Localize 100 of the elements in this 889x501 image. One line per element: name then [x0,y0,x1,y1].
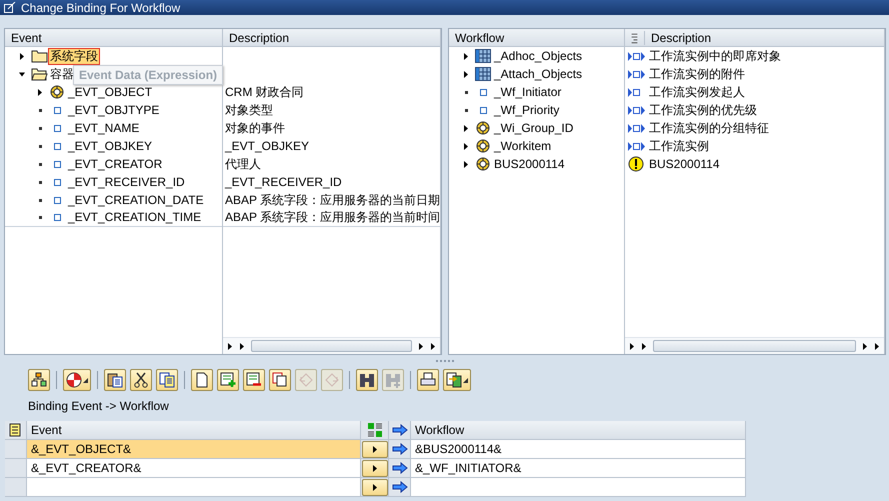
edit-icon [4,2,16,13]
toolbar-button[interactable] [443,369,471,391]
expand-arrow-icon[interactable] [463,160,469,168]
import-export-icon [628,52,646,60]
description-text: 工作流实例的优先级 [648,102,757,118]
bullet-icon [464,108,468,112]
element-icon [54,196,60,204]
arrow-right-icon [392,443,408,455]
event-cell[interactable]: &_EVT_OBJECT& [27,440,361,459]
tree-node[interactable]: _Adhoc_Objects [493,48,584,64]
tree-node[interactable]: _EVT_OBJECT [67,84,154,100]
element-icon [54,214,60,221]
tree-node[interactable]: _EVT_CREATOR [67,156,164,172]
tree-node[interactable]: _Wf_Initiator [493,84,562,100]
folder-icon [30,50,48,62]
tree-node[interactable]: _Attach_Objects [493,66,584,82]
expand-arrow-icon[interactable] [372,484,378,490]
run-button[interactable] [362,440,388,458]
object-icon [476,157,490,171]
blank-page-icon [194,372,210,388]
description-text: 代理人 [224,156,261,172]
toolbar-button[interactable] [28,369,50,391]
tree-node[interactable]: _Wi_Group_ID [493,120,574,136]
tree-node[interactable]: _EVT_CREATION_TIME [67,210,202,225]
toolbar-button[interactable] [130,369,152,391]
horizontal-scrollbar[interactable] [625,337,884,354]
expand-arrow-icon[interactable] [463,142,469,150]
toolbar-button[interactable] [217,369,239,391]
column-header: Event [27,421,361,440]
tree-node[interactable]: BUS2000114 [493,156,566,172]
description-text: CRM 财政合同 [224,84,304,100]
tree-node[interactable]: 容器 [49,66,75,82]
expand-arrow-icon[interactable] [463,52,469,60]
tree-node[interactable]: _EVT_CREATION_DATE [67,192,205,208]
element-icon [54,178,60,186]
column-header: Workflow [449,29,624,47]
grid-icon [368,423,382,437]
toolbar-button[interactable] [269,369,291,391]
tree-node[interactable]: _Wf_Priority [493,102,560,118]
description-text: BUS2000114 [648,157,720,171]
window-title: Change Binding For Workflow [21,0,180,14]
toolbar-button[interactable] [191,369,213,391]
column-header: Workflow [411,421,746,440]
open-folder-icon [30,68,48,80]
delete-row-icon [246,372,262,388]
duplicate-icon [272,372,288,388]
printer-icon [420,372,436,388]
description-text: ABAP 系统字段：应用服务器的当前时间 [224,209,440,226]
element-icon [480,88,486,96]
scissors-icon [133,372,149,388]
expand-arrow-icon[interactable] [37,88,43,96]
toolbar-button[interactable] [156,369,178,391]
horizontal-scrollbar[interactable] [223,337,440,354]
tree-node[interactable]: _EVT_OBJTYPE [67,102,160,118]
event-cell[interactable] [27,478,361,497]
tree-node[interactable]: _Workitem [493,138,552,154]
tree-node[interactable]: _EVT_RECEIVER_ID [67,174,186,190]
toolbar-button[interactable] [104,369,126,391]
bullet-icon [38,216,42,219]
toolbar-button[interactable] [417,369,439,391]
workflow-cell[interactable]: &BUS2000114& [411,440,746,459]
toolbar-button[interactable] [243,369,265,391]
redo-icon [324,372,340,388]
table-icon [475,49,491,63]
expand-arrow-icon[interactable] [19,52,25,60]
workflow-cell[interactable]: &_WF_INITIATOR& [411,459,746,478]
column-header: Description [223,29,440,47]
description-text: 工作流实例中的即席对象 [648,48,781,64]
expand-arrow-icon[interactable] [463,124,469,132]
event-cell[interactable]: &_EVT_CREATOR& [27,459,361,478]
tree-node[interactable]: _EVT_OBJKEY [67,138,154,154]
insert-row-icon [220,372,236,388]
element-icon [54,160,60,168]
arrow-right-icon [392,481,408,493]
toolbar-button[interactable] [356,369,378,391]
tree-node[interactable]: _EVT_NAME [67,120,140,136]
expand-arrow-icon[interactable] [372,446,378,452]
description-text: _EVT_OBJKEY [224,139,310,153]
paste-icon [107,372,123,388]
binoculars-icon [359,372,375,388]
toolbar-button[interactable] [63,369,91,391]
bullet-icon [38,198,42,202]
element-icon [54,106,60,114]
expand-arrow-icon[interactable] [372,464,378,472]
dropdown-caret-icon [83,378,88,382]
workflow-cell[interactable] [411,478,746,497]
run-button[interactable] [362,460,388,476]
bullet-icon [38,162,42,166]
description-text: 对象的事件 [224,120,285,136]
tree-node[interactable]: 系统字段 [49,48,99,64]
import-export-icon [628,142,646,150]
run-button[interactable] [362,478,388,496]
import-export-icon [628,106,646,114]
element-icon [54,124,60,132]
description-text: 工作流实例的附件 [648,66,745,82]
expand-arrow-icon[interactable] [463,70,469,78]
bullet-icon [38,180,42,184]
table-settings-icon[interactable] [8,423,22,437]
collapse-arrow-icon[interactable] [19,70,25,78]
column-header: Event [5,29,222,47]
